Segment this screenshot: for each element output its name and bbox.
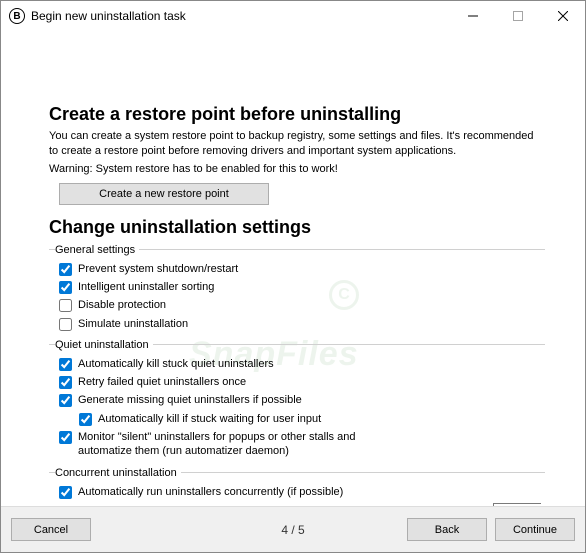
quiet-opt-checkbox-0[interactable] <box>59 358 72 371</box>
quiet-opt-row-3: Automatically kill if stuck waiting for … <box>49 410 545 428</box>
general-opt-row-1: Intelligent uninstaller sorting <box>49 278 545 296</box>
restore-heading: Create a restore point before uninstalli… <box>49 104 545 125</box>
general-opt-row-3: Simulate uninstallation <box>49 315 545 333</box>
general-opt-checkbox-2[interactable] <box>59 299 72 312</box>
general-opt-checkbox-3[interactable] <box>59 318 72 331</box>
quiet-opt-label-3: Automatically kill if stuck waiting for … <box>98 412 321 426</box>
create-restore-point-button[interactable]: Create a new restore point <box>59 183 269 205</box>
max-uninstallers-spinner[interactable]: ▲ ▼ <box>493 503 541 506</box>
quiet-opt-checkbox-3[interactable] <box>79 413 92 426</box>
quiet-opt-label-2: Generate missing quiet uninstallers if p… <box>78 393 302 407</box>
restore-warning: Warning: System restore has to be enable… <box>49 163 545 175</box>
page-indicator: 4 / 5 <box>281 523 304 537</box>
window-title: Begin new uninstallation task <box>31 9 450 23</box>
general-opt-label-3: Simulate uninstallation <box>78 317 188 331</box>
quiet-opt-label-4: Monitor "silent" uninstallers for popups… <box>78 430 378 459</box>
minimize-button[interactable] <box>450 1 495 31</box>
concurrent-uninstallation-group: Concurrent uninstallation Automatically … <box>49 467 545 506</box>
general-settings-legend: General settings <box>55 244 139 256</box>
quiet-opt-label-0: Automatically kill stuck quiet uninstall… <box>78 357 274 371</box>
general-opt-checkbox-1[interactable] <box>59 281 72 294</box>
footer: Cancel 4 / 5 Back Continue <box>1 506 585 552</box>
max-uninstallers-row: Max number of running uninstallers: ▲ ▼ <box>49 501 545 506</box>
general-opt-checkbox-0[interactable] <box>59 263 72 276</box>
quiet-opt-row-1: Retry failed quiet uninstallers once <box>49 373 545 391</box>
quiet-opt-checkbox-4[interactable] <box>59 431 72 444</box>
app-icon: B <box>9 8 25 24</box>
general-opt-label-0: Prevent system shutdown/restart <box>78 262 238 276</box>
maximize-button[interactable] <box>495 1 540 31</box>
general-settings-group: General settings Prevent system shutdown… <box>49 244 545 335</box>
cancel-button[interactable]: Cancel <box>11 518 91 541</box>
settings-heading: Change uninstallation settings <box>49 217 545 238</box>
close-button[interactable] <box>540 1 585 31</box>
titlebar: B Begin new uninstallation task <box>1 1 585 31</box>
continue-button[interactable]: Continue <box>495 518 575 541</box>
concurrent-auto-label: Automatically run uninstallers concurren… <box>78 485 343 499</box>
concurrent-auto-row: Automatically run uninstallers concurren… <box>49 483 545 501</box>
concurrent-auto-checkbox[interactable] <box>59 486 72 499</box>
general-opt-row-0: Prevent system shutdown/restart <box>49 260 545 278</box>
quiet-uninstallation-legend: Quiet uninstallation <box>55 339 153 351</box>
quiet-opt-label-1: Retry failed quiet uninstallers once <box>78 375 246 389</box>
quiet-opt-row-2: Generate missing quiet uninstallers if p… <box>49 391 545 409</box>
quiet-opt-row-4: Monitor "silent" uninstallers for popups… <box>49 428 545 461</box>
back-button[interactable]: Back <box>407 518 487 541</box>
quiet-uninstallation-group: Quiet uninstallation Automatically kill … <box>49 339 545 463</box>
quiet-opt-checkbox-1[interactable] <box>59 376 72 389</box>
quiet-opt-checkbox-2[interactable] <box>59 394 72 407</box>
general-opt-row-2: Disable protection <box>49 296 545 314</box>
general-opt-label-2: Disable protection <box>78 298 166 312</box>
max-uninstallers-input[interactable] <box>494 504 585 506</box>
restore-description: You can create a system restore point to… <box>49 129 545 159</box>
general-opt-label-1: Intelligent uninstaller sorting <box>78 280 214 294</box>
quiet-opt-row-0: Automatically kill stuck quiet uninstall… <box>49 355 545 373</box>
concurrent-uninstallation-legend: Concurrent uninstallation <box>55 467 181 479</box>
